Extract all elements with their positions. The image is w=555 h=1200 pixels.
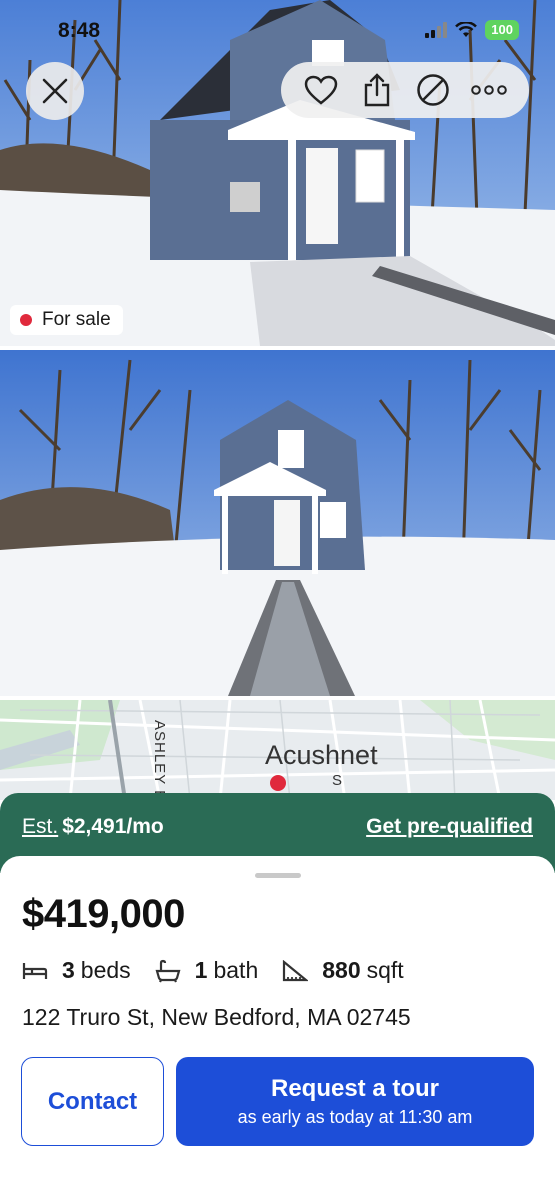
status-dot-icon: [20, 314, 32, 326]
estimated-payment[interactable]: Est. $2,491/mo: [22, 815, 164, 839]
more-button[interactable]: [469, 70, 509, 110]
hide-icon: [417, 74, 449, 106]
request-tour-title: Request a tour: [270, 1075, 440, 1102]
map-town-label: Acushnet: [265, 740, 378, 770]
contact-button[interactable]: Contact: [21, 1057, 164, 1146]
request-tour-button[interactable]: Request a tour as early as today at 11:3…: [176, 1057, 534, 1146]
area-ruler-icon: [283, 959, 309, 981]
close-icon: [42, 78, 68, 104]
sheet-drag-handle[interactable]: [255, 873, 301, 878]
monthly-payment: $2,491/mo: [62, 815, 164, 838]
save-button[interactable]: [301, 70, 341, 110]
battery-indicator: 100: [485, 20, 519, 40]
status-time: 8:48: [58, 19, 101, 42]
beds-count: 3: [62, 957, 75, 983]
status-badge: For sale: [10, 305, 123, 335]
wifi-icon: [455, 22, 478, 37]
action-toolbar: [281, 62, 529, 118]
sqft-label: sqft: [366, 957, 404, 983]
sqft-fact: 880 sqft: [282, 957, 404, 984]
listing-facts: 3 beds 1 bath 880 sqft: [22, 957, 428, 984]
more-icon: [471, 85, 507, 95]
map-street-label-2: S: [332, 772, 343, 789]
map-preview[interactable]: Acushnet ASHLEY B S: [0, 700, 555, 800]
status-label: For sale: [42, 309, 111, 330]
status-bar: 8:48 100: [0, 0, 555, 58]
listing-address: 122 Truro St, New Bedford, MA 02745: [22, 1004, 411, 1030]
hide-listing-button[interactable]: [413, 70, 453, 110]
share-icon: [364, 73, 390, 107]
est-label: Est.: [22, 815, 59, 838]
heart-icon: [304, 75, 338, 105]
close-button[interactable]: [26, 62, 84, 120]
map-street-label: ASHLEY B: [151, 720, 168, 800]
beds-label: beds: [80, 957, 131, 983]
bed-icon: [22, 962, 48, 979]
listing-details-sheet: $419,000 3 beds 1 bath 880 sqft 122 Trur…: [0, 856, 555, 1200]
baths-count: 1: [194, 957, 208, 983]
request-tour-subtitle: as early as today at 11:30 am: [237, 1107, 473, 1127]
baths-label: bath: [213, 957, 259, 983]
share-button[interactable]: [357, 70, 397, 110]
status-indicators: 100: [425, 20, 519, 40]
listing-price: $419,000: [22, 892, 185, 936]
get-prequalified-link[interactable]: Get pre-qualified: [366, 815, 533, 839]
listing-photo-2[interactable]: [0, 350, 555, 696]
beds-fact: 3 beds: [22, 957, 131, 984]
sqft-count: 880: [322, 957, 361, 983]
bathtub-icon: [155, 959, 181, 982]
cellular-signal-icon: [425, 22, 448, 38]
baths-fact: 1 bath: [155, 957, 259, 984]
